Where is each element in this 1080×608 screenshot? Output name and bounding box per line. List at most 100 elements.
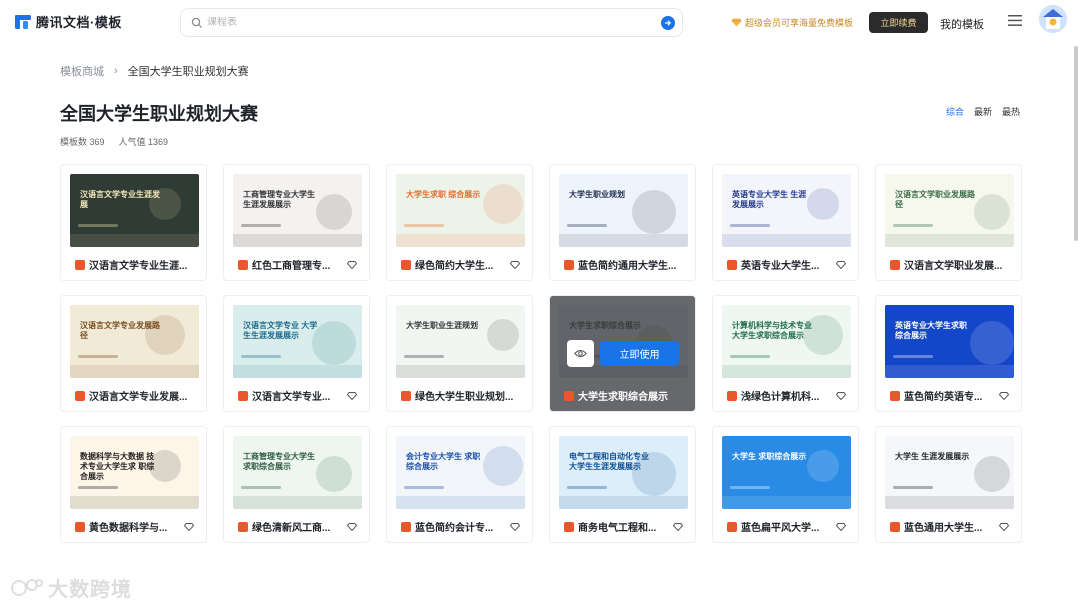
card-title[interactable]: 绿色清新风工商... bbox=[252, 519, 343, 534]
template-thumbnail[interactable]: 计算机科学与技术专业 大学生求职综合展示 bbox=[722, 305, 851, 378]
template-count: 模板数 369 bbox=[60, 137, 105, 147]
template-thumbnail[interactable]: 汉语言文学专业生涯发展 bbox=[70, 174, 199, 247]
template-card[interactable]: 汉语言文学专业 大学生生涯发展展示汉语言文学专业... bbox=[223, 295, 370, 412]
popularity-count: 人气值 1369 bbox=[118, 137, 169, 147]
template-card[interactable]: 电气工程和自动化专业 大学生生涯发展展示商务电气工程和... bbox=[549, 426, 696, 543]
watermark-text: 大数跨境 bbox=[48, 579, 132, 601]
card-title[interactable]: 红色工商管理专... bbox=[252, 257, 343, 272]
template-thumbnail[interactable]: 英语专业大学生 生涯发展展示 bbox=[722, 174, 851, 247]
card-footer: 汉语言文学专业发展... bbox=[75, 388, 194, 403]
template-thumbnail[interactable]: 大学生职业生涯规划 bbox=[396, 305, 525, 378]
vip-promo-text: 超级会员可享海量免费模板 bbox=[745, 18, 854, 28]
premium-diamond-icon bbox=[836, 522, 846, 531]
template-card[interactable]: 会计专业大学生 求职综合展示蓝色简约会计专... bbox=[386, 426, 533, 543]
search-bar[interactable] bbox=[180, 8, 683, 37]
template-thumbnail[interactable]: 汉语言文学专业 大学生生涯发展展示 bbox=[233, 305, 362, 378]
search-submit-button[interactable] bbox=[661, 15, 675, 30]
sort-tab-comprehensive[interactable]: 综合 bbox=[946, 105, 964, 118]
template-thumbnail[interactable]: 数据科学与大数据 技术专业大学生求 职综合展示 bbox=[70, 436, 199, 509]
premium-diamond-icon bbox=[184, 522, 194, 531]
card-title[interactable]: 大学生求职综合展示 bbox=[578, 388, 683, 403]
thumbnail-decoration-icon bbox=[885, 321, 1014, 378]
my-templates-link[interactable]: 我的模板 bbox=[940, 16, 984, 32]
template-thumbnail[interactable]: 大学生 生涯发展展示 bbox=[885, 436, 1014, 509]
sort-tab-newest[interactable]: 最新 bbox=[974, 105, 992, 118]
watermark-logo-icon bbox=[11, 578, 43, 596]
template-card[interactable]: 大学生求职综合展示大学生求职综合展示立即使用 bbox=[549, 295, 696, 412]
template-card[interactable]: 汉语言文学职业发展路径汉语言文学职业发展... bbox=[875, 164, 1022, 281]
card-footer: 黄色数据科学与... bbox=[75, 519, 194, 534]
template-thumbnail[interactable]: 大学生 求职综合展示 bbox=[722, 436, 851, 509]
template-card[interactable]: 工商管理专业大学生 求职综合展示绿色清新风工商... bbox=[223, 426, 370, 543]
card-title[interactable]: 商务电气工程和... bbox=[578, 519, 669, 534]
card-title[interactable]: 绿色简约大学生... bbox=[415, 257, 506, 272]
card-title[interactable]: 蓝色简约会计专... bbox=[415, 519, 506, 534]
breadcrumb-separator: › bbox=[114, 65, 118, 77]
card-title[interactable]: 英语专业大学生... bbox=[741, 257, 832, 272]
template-thumbnail[interactable]: 汉语言文学职业发展路径 bbox=[885, 174, 1014, 247]
scrollbar[interactable] bbox=[1074, 46, 1078, 241]
template-card[interactable]: 大学生职业规划蓝色简约通用大学生... bbox=[549, 164, 696, 281]
template-thumbnail[interactable]: 英语专业大学生求职 综合展示 bbox=[885, 305, 1014, 378]
thumbnail-decoration-icon bbox=[396, 184, 525, 247]
ppt-file-icon bbox=[564, 521, 574, 532]
ppt-file-icon bbox=[564, 259, 574, 270]
card-title[interactable]: 蓝色简约英语专... bbox=[904, 388, 995, 403]
thumbnail-text: 汉语言文学专业 大学生生涯发展展示 bbox=[243, 321, 318, 340]
template-thumbnail[interactable]: 会计专业大学生 求职综合展示 bbox=[396, 436, 525, 509]
template-thumbnail[interactable]: 工商管理专业大学生 生涯发展展示 bbox=[233, 174, 362, 247]
preview-button[interactable] bbox=[567, 340, 594, 367]
ppt-file-icon bbox=[75, 521, 85, 532]
thumbnail-text: 工商管理专业大学生 生涯发展展示 bbox=[243, 190, 315, 209]
template-card[interactable]: 大学生求职 综合展示绿色简约大学生... bbox=[386, 164, 533, 281]
avatar[interactable] bbox=[1039, 5, 1067, 33]
template-card[interactable]: 大学生职业生涯规划绿色大学生职业规划... bbox=[386, 295, 533, 412]
card-title[interactable]: 汉语言文学专业生涯... bbox=[89, 257, 194, 272]
card-title[interactable]: 汉语言文学专业... bbox=[252, 388, 343, 403]
premium-diamond-icon bbox=[347, 391, 357, 400]
template-card[interactable]: 大学生 生涯发展展示蓝色通用大学生... bbox=[875, 426, 1022, 543]
template-thumbnail[interactable]: 大学生职业规划 bbox=[559, 174, 688, 247]
premium-diamond-icon bbox=[836, 260, 846, 269]
thumbnail-text: 计算机科学与技术专业 大学生求职综合展示 bbox=[732, 321, 812, 340]
template-thumbnail[interactable]: 汉语言文学专业发展路径 bbox=[70, 305, 199, 378]
card-footer: 绿色简约大学生... bbox=[401, 257, 520, 272]
template-card[interactable]: 工商管理专业大学生 生涯发展展示红色工商管理专... bbox=[223, 164, 370, 281]
premium-diamond-icon bbox=[999, 391, 1009, 400]
breadcrumb-home-link[interactable]: 模板商城 bbox=[60, 63, 104, 79]
template-thumbnail[interactable]: 电气工程和自动化专业 大学生生涯发展展示 bbox=[559, 436, 688, 509]
template-thumbnail[interactable]: 大学生求职 综合展示 bbox=[396, 174, 525, 247]
template-card[interactable]: 数据科学与大数据 技术专业大学生求 职综合展示黄色数据科学与... bbox=[60, 426, 207, 543]
card-footer: 蓝色扁平风大学... bbox=[727, 519, 846, 534]
template-card[interactable]: 英语专业大学生 生涯发展展示英语专业大学生... bbox=[712, 164, 859, 281]
eye-icon bbox=[574, 350, 587, 357]
thumbnail-decoration-icon bbox=[233, 456, 362, 509]
thumbnail-decoration-icon bbox=[70, 188, 199, 247]
sort-tab-hottest[interactable]: 最热 bbox=[1002, 105, 1020, 118]
card-title[interactable]: 蓝色简约通用大学生... bbox=[578, 257, 683, 272]
logo[interactable]: 腾讯文档·模板 bbox=[14, 12, 122, 31]
template-card[interactable]: 汉语言文学专业生涯发展汉语言文学专业生涯... bbox=[60, 164, 207, 281]
card-title[interactable]: 蓝色扁平风大学... bbox=[741, 519, 832, 534]
card-title[interactable]: 黄色数据科学与... bbox=[89, 519, 180, 534]
vip-promo[interactable]: 超级会员可享海量免费模板 bbox=[731, 16, 853, 29]
thumbnail-decoration-icon bbox=[722, 188, 851, 247]
premium-diamond-icon bbox=[347, 522, 357, 531]
use-template-button[interactable]: 立即使用 bbox=[600, 341, 679, 366]
thumbnail-text: 大学生 求职综合展示 bbox=[732, 452, 807, 461]
template-card[interactable]: 计算机科学与技术专业 大学生求职综合展示浅绿色计算机科... bbox=[712, 295, 859, 412]
card-title[interactable]: 汉语言文学职业发展... bbox=[904, 257, 1009, 272]
template-card[interactable]: 英语专业大学生求职 综合展示蓝色简约英语专... bbox=[875, 295, 1022, 412]
card-title[interactable]: 浅绿色计算机科... bbox=[741, 388, 832, 403]
menu-icon[interactable] bbox=[1008, 15, 1022, 26]
renew-button[interactable]: 立即续费 bbox=[869, 12, 928, 33]
search-input[interactable] bbox=[207, 17, 661, 28]
card-title[interactable]: 汉语言文学专业发展... bbox=[89, 388, 194, 403]
template-card[interactable]: 汉语言文学专业发展路径汉语言文学专业发展... bbox=[60, 295, 207, 412]
page-title: 全国大学生职业规划大赛 bbox=[60, 104, 258, 124]
premium-diamond-icon bbox=[836, 391, 846, 400]
card-title[interactable]: 蓝色通用大学生... bbox=[904, 519, 995, 534]
card-title[interactable]: 绿色大学生职业规划... bbox=[415, 388, 520, 403]
template-thumbnail[interactable]: 工商管理专业大学生 求职综合展示 bbox=[233, 436, 362, 509]
template-card[interactable]: 大学生 求职综合展示蓝色扁平风大学... bbox=[712, 426, 859, 543]
